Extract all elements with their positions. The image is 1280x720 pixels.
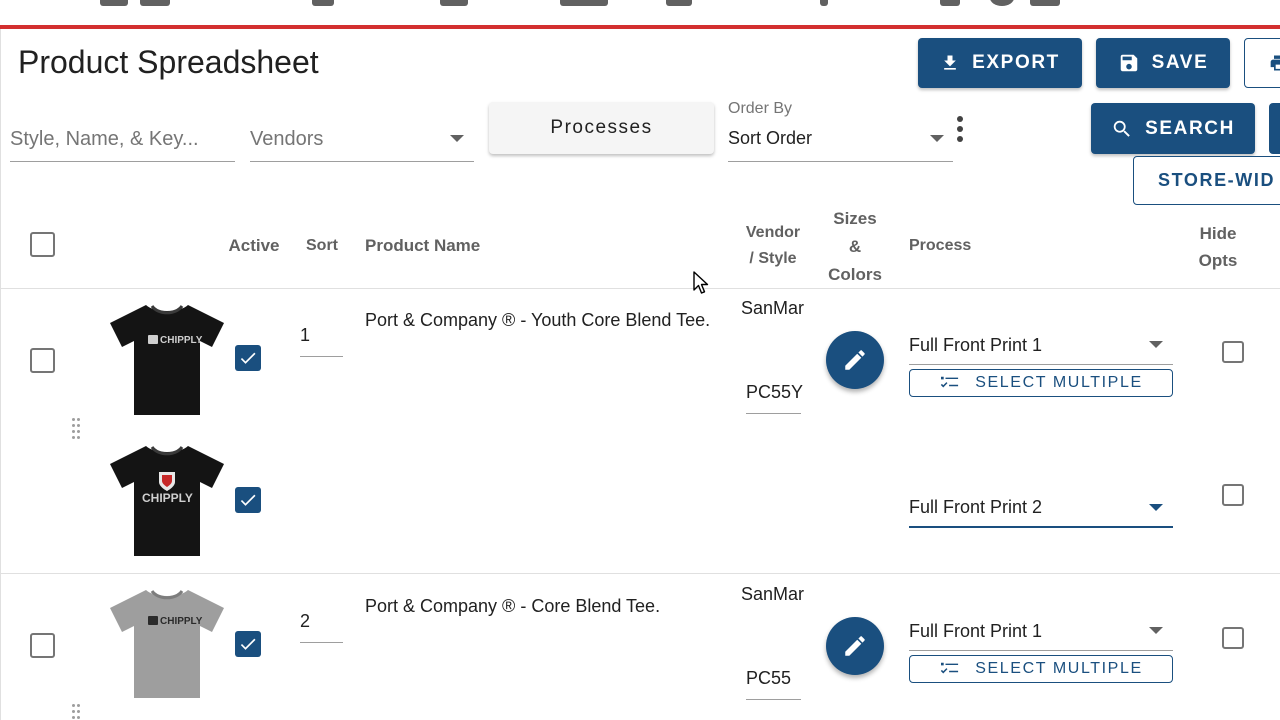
product-image: CHIPPLY (110, 446, 224, 556)
mouse-cursor-icon (693, 271, 709, 294)
row-select-checkbox[interactable] (30, 633, 55, 658)
svg-text:CHIPPLY: CHIPPLY (160, 335, 203, 346)
filter-button[interactable] (1269, 103, 1280, 154)
header-vendor-line: Vendor (745, 224, 801, 241)
download-icon (944, 55, 956, 70)
search-icon (1113, 120, 1130, 137)
store-wide-button[interactable]: STORE-WID (1133, 156, 1280, 205)
product-name: Port & Company ® - Youth Core Blend Tee. (365, 310, 711, 330)
select-multiple-label: SELECT MULTIPLE (975, 374, 1143, 391)
header-vendor-style: Vendor / Style (740, 220, 806, 272)
process-value: Full Front Print 1 (909, 335, 1043, 355)
style-input[interactable]: PC55 (746, 668, 801, 700)
edit-sizes-colors-button[interactable] (826, 331, 884, 389)
print-icon (1270, 55, 1280, 71)
header-sort: Sort (306, 237, 338, 254)
header-style-line: / Style (749, 250, 797, 267)
header-sizes-line: Sizes (833, 209, 877, 228)
drag-handle-icon[interactable] (72, 704, 82, 720)
pencil-icon (845, 636, 865, 656)
order-by-value: Sort Order (728, 128, 813, 148)
check-icon (240, 352, 256, 364)
vendors-placeholder: Vendors (250, 128, 324, 150)
hide-opts-checkbox[interactable] (1222, 627, 1244, 649)
top-nav-strip (0, 0, 1280, 26)
print-button[interactable] (1244, 38, 1280, 88)
sort-input[interactable]: 2 (300, 611, 343, 643)
chevron-down-icon (1149, 341, 1163, 348)
check-icon (240, 494, 256, 506)
process-select[interactable]: Full Front Print 1 (909, 613, 1173, 651)
product-name: Port & Company ® - Core Blend Tee. (365, 596, 661, 616)
style-input[interactable]: PC55Y (746, 382, 803, 414)
row-divider (0, 573, 1280, 574)
active-checkbox[interactable] (235, 345, 261, 371)
store-wide-label: STORE-WID (1158, 170, 1276, 190)
vendor-name: SanMar (741, 298, 805, 318)
save-button[interactable]: SAVE (1096, 38, 1230, 88)
header-active: Active (228, 236, 280, 255)
sort-input[interactable]: 1 (300, 325, 343, 357)
header-amp-line: & (848, 237, 862, 256)
active-checkbox[interactable] (235, 631, 261, 657)
pencil-icon (845, 350, 865, 370)
order-by-select[interactable]: Order By Sort Order (728, 100, 953, 162)
header-process: Process (909, 237, 972, 254)
header-opts-line: Opts (1198, 251, 1238, 270)
export-label: EXPORT (972, 52, 1060, 73)
chevron-down-icon (1149, 504, 1163, 511)
processes-button[interactable]: Processes (489, 102, 714, 154)
process-select[interactable]: Full Front Print 1 (909, 327, 1173, 365)
edit-sizes-colors-button[interactable] (826, 617, 884, 675)
save-icon (1120, 54, 1137, 72)
checklist-icon (941, 662, 959, 674)
svg-text:CHIPPLY: CHIPPLY (142, 491, 193, 505)
chevron-down-icon (930, 135, 944, 142)
select-multiple-button[interactable]: SELECT MULTIPLE (909, 655, 1173, 683)
header-colors-line: Colors (828, 265, 882, 284)
processes-label: Processes (550, 117, 653, 138)
product-image: CHIPPLY (110, 305, 224, 415)
hide-opts-checkbox[interactable] (1222, 341, 1244, 363)
search-placeholder: Style, Name, & Key... (10, 128, 199, 150)
save-label: SAVE (1151, 52, 1209, 73)
check-icon (240, 638, 256, 650)
svg-text:CHIPPLY: CHIPPLY (160, 616, 203, 627)
select-all-checkbox[interactable] (30, 232, 55, 257)
drag-handle-icon[interactable] (72, 418, 82, 444)
header-hide-opts: Hide Opts (1192, 220, 1244, 274)
row-select-checkbox[interactable] (30, 348, 55, 373)
order-by-label: Order By (728, 100, 793, 117)
select-multiple-button[interactable]: SELECT MULTIPLE (909, 369, 1173, 397)
vendor-name: SanMar (741, 584, 805, 604)
active-checkbox[interactable] (235, 487, 261, 513)
process-value: Full Front Print 1 (909, 621, 1043, 641)
chevron-down-icon (450, 135, 464, 142)
header-product-name: Product Name (365, 236, 481, 255)
page-title: Product Spreadsheet (18, 44, 319, 80)
export-button[interactable]: EXPORT (918, 38, 1082, 88)
hide-opts-checkbox[interactable] (1222, 484, 1244, 506)
page-left-border (0, 29, 1, 720)
product-image: CHIPPLY (110, 590, 224, 698)
search-input[interactable]: Style, Name, & Key... (10, 104, 235, 162)
checklist-icon (941, 376, 959, 388)
vendors-select[interactable]: Vendors (250, 104, 474, 162)
process-value: Full Front Print 2 (909, 497, 1043, 517)
search-label: SEARCH (1145, 117, 1235, 139)
more-options-icon[interactable] (956, 116, 964, 142)
accent-bar (0, 25, 1280, 29)
chevron-down-icon (1149, 627, 1163, 634)
header-hide-line: Hide (1199, 224, 1237, 243)
process-select[interactable]: Full Front Print 2 (909, 490, 1173, 528)
search-button[interactable]: SEARCH (1091, 103, 1255, 154)
header-sizes-colors: Sizes & Colors (822, 205, 888, 289)
select-multiple-label: SELECT MULTIPLE (975, 660, 1143, 677)
header-divider (0, 288, 1280, 289)
